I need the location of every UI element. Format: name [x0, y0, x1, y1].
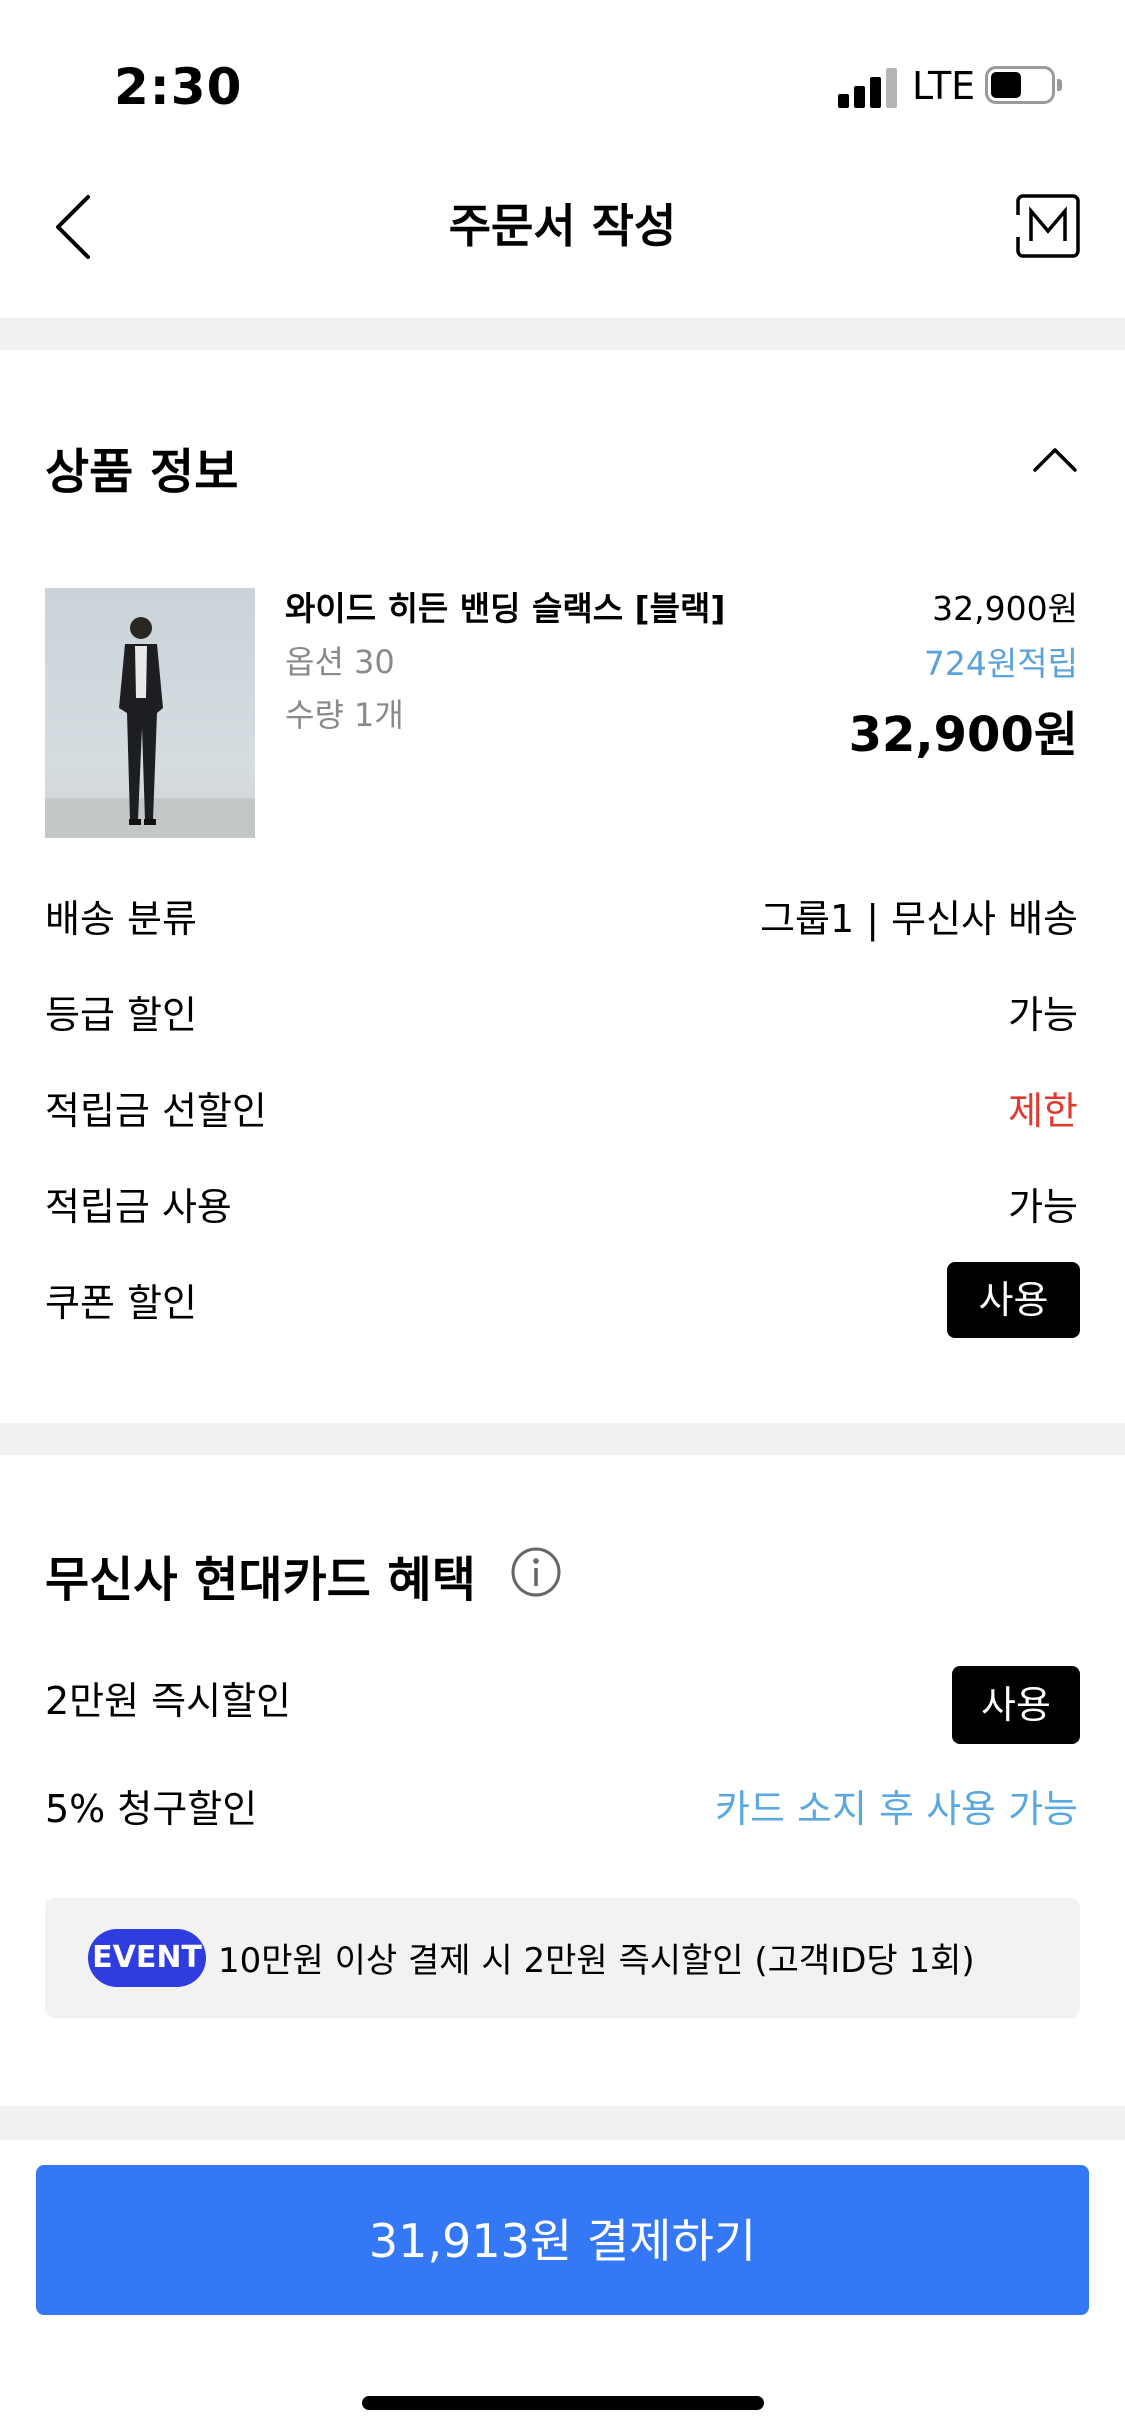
page-title: 주문서 작성 — [448, 199, 677, 253]
product-image[interactable] — [45, 588, 255, 838]
billing-discount-value[interactable]: 카드 소지 후 사용 가능 — [715, 1778, 1078, 1833]
event-text: 10만원 이상 결제 시 2만원 즉시할인 (고객ID당 1회) — [218, 1941, 975, 1981]
status-time: 2:30 — [114, 58, 243, 116]
m-icon — [1015, 194, 1080, 258]
points-use-label: 적립금 사용 — [45, 1185, 232, 1229]
product-name[interactable]: 와이드 히든 밴딩 슬랙스 [블랙] — [285, 582, 725, 630]
pay-button[interactable]: 31,913원 결제하기 — [36, 2165, 1089, 2315]
info-button[interactable] — [510, 1546, 562, 1598]
product-section-title: 상품 정보 — [45, 444, 239, 500]
event-badge: EVENT — [88, 1929, 206, 1987]
final-price: 32,900원 — [848, 707, 1078, 763]
product-price: 32,900원 — [932, 589, 1078, 628]
product-quantity: 수량 1개 — [285, 696, 404, 734]
coupon-use-button[interactable]: 사용 — [947, 1262, 1080, 1338]
chevron-up-icon — [1033, 448, 1077, 472]
card-section-title: 무신사 현대카드 혜택 — [45, 1552, 476, 1608]
section-divider — [0, 1423, 1125, 1455]
instant-discount-use-button[interactable]: 사용 — [952, 1666, 1080, 1744]
home-indicator — [362, 2396, 764, 2410]
collapse-button[interactable] — [1030, 440, 1080, 480]
info-icon — [511, 1547, 561, 1597]
network-type: LTE — [912, 64, 976, 108]
points-prediscount-label: 적립금 선할인 — [45, 1089, 267, 1133]
grade-discount-value: 가능 — [1008, 993, 1078, 1037]
model-figure — [45, 617, 255, 838]
m-button[interactable] — [1015, 193, 1081, 259]
section-divider — [0, 2106, 1125, 2140]
points-earned: 724원적립 — [923, 644, 1078, 683]
delivery-type-value: 그룹1 | 무신사 배송 — [760, 897, 1078, 941]
points-prediscount-value: 제한 — [1008, 1089, 1078, 1133]
delivery-type-label: 배송 분류 — [45, 897, 197, 941]
battery-icon — [985, 66, 1063, 104]
section-divider — [0, 318, 1125, 350]
coupon-discount-label: 쿠폰 할인 — [45, 1281, 197, 1325]
grade-discount-label: 등급 할인 — [45, 993, 197, 1037]
instant-discount-label: 2만원 즉시할인 — [45, 1679, 292, 1723]
points-use-value: 가능 — [1008, 1185, 1078, 1229]
signal-icon — [838, 66, 898, 108]
billing-discount-label: 5% 청구할인 — [45, 1787, 258, 1831]
product-option: 옵션 30 — [285, 643, 395, 681]
